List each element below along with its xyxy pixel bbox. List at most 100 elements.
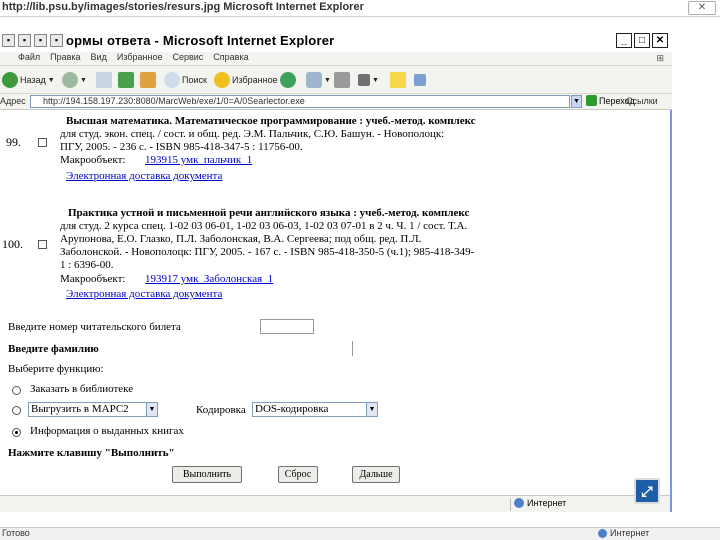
print-icon[interactable]: ▪ — [50, 34, 63, 47]
bottom-status-strip: Готово Интернет — [0, 527, 720, 540]
record-checkbox[interactable] — [38, 138, 47, 147]
press-execute-label: Нажмите клавишу "Выполнить" — [8, 447, 175, 459]
refresh-icon — [118, 72, 134, 88]
forward-button[interactable]: ▼ — [62, 71, 87, 89]
record-checkbox[interactable] — [38, 240, 47, 249]
document-delivery-link[interactable]: Электронная доставка документа — [66, 170, 222, 182]
back-button[interactable]: Назад ▼ — [2, 71, 55, 89]
radio-export[interactable] — [12, 406, 21, 415]
export-format-select[interactable]: Выгрузить в МАРС2 ▼ — [28, 402, 158, 417]
macro-label: Макрообъект: — [60, 273, 126, 285]
search-button[interactable]: Поиск — [164, 71, 207, 89]
close-button[interactable]: ✕ — [652, 33, 668, 48]
windows-logo-icon: ⊞ — [656, 53, 664, 63]
execute-button[interactable]: Выполнить — [172, 466, 242, 483]
ready-status: Готово — [2, 528, 30, 538]
record-line: 1 : 6396-00. — [60, 259, 114, 271]
search-icon — [164, 72, 180, 88]
menu-bar: Файл Правка Вид Избранное Сервис Справка… — [0, 52, 672, 66]
window-title: ормы ответа - Microsoft Internet Explore… — [66, 33, 335, 48]
reset-button[interactable]: Сброс — [278, 466, 318, 483]
menu-view[interactable]: Вид — [91, 52, 107, 62]
media-icon — [280, 72, 296, 88]
magnify-icon[interactable]: ▪ — [34, 34, 47, 47]
record-line: Высшая математика. Математическое програ… — [66, 115, 476, 127]
home-icon — [140, 72, 156, 88]
macro-label: Макрообъект: — [60, 154, 126, 166]
radio-info[interactable] — [12, 428, 21, 437]
card-number-label: Введите номер читательского билета — [8, 321, 181, 333]
messenger-icon — [414, 74, 426, 86]
record-line: Практика устной и письменной речи англий… — [68, 207, 470, 219]
record-line: для студ. экон. спец. / сост. и общ. ред… — [60, 128, 445, 140]
stop-button[interactable] — [96, 71, 114, 89]
menu-help[interactable]: Справка — [213, 52, 248, 62]
document-delivery-link[interactable]: Электронная доставка документа — [66, 288, 222, 300]
radio-order[interactable] — [12, 386, 21, 395]
edit-button[interactable]: ▼ — [358, 71, 379, 89]
minimize-button[interactable]: _ — [616, 33, 632, 48]
card-number-input[interactable] — [260, 319, 314, 334]
mail-icon — [306, 72, 322, 88]
address-input[interactable]: http://194.158.197.230:8080/MarcWeb/exe/… — [30, 95, 570, 108]
page-content: 99. Высшая математика. Математическое пр… — [0, 111, 670, 495]
print-button[interactable] — [334, 71, 352, 89]
macro-object-link[interactable]: 193915 умк_пальчик_1 — [145, 154, 252, 166]
star-icon — [214, 72, 230, 88]
maximize-button[interactable]: □ — [634, 33, 650, 48]
mail-button[interactable]: ▼ — [306, 71, 331, 89]
order-option-label: Заказать в библиотеке — [30, 383, 134, 395]
taskbar-zone: Интернет — [598, 528, 649, 538]
toolbar: Назад ▼ ▼ Поиск Избранное ▼ ▼ — [0, 66, 672, 94]
chevron-down-icon: ▼ — [366, 403, 377, 416]
menu-tools[interactable]: Сервис — [172, 52, 203, 62]
address-dropdown-button[interactable]: ▼ — [571, 95, 582, 108]
viewer-title: http://lib.psu.by/images/stories/resurs.… — [2, 1, 364, 13]
next-button[interactable]: Дальше — [352, 466, 400, 483]
discuss-button[interactable] — [390, 71, 408, 89]
function-label: Выберите функцию: — [8, 363, 104, 375]
title-quick-icons: ▪ ▪ ▪ ▪ — [2, 34, 63, 47]
media-button[interactable] — [280, 71, 298, 89]
info-option-label: Информация о выданных книгах — [30, 425, 184, 437]
forward-arrow-icon — [62, 72, 78, 88]
menu-edit[interactable]: Правка — [50, 52, 80, 62]
home-button[interactable] — [140, 71, 158, 89]
favorites-button[interactable]: Избранное — [214, 71, 278, 89]
back-arrow-icon — [2, 72, 18, 88]
printer-icon — [334, 72, 350, 88]
menu-file[interactable]: Файл — [18, 52, 40, 62]
macro-object-link[interactable]: 193917 умк_Заболонская_1 — [145, 273, 273, 285]
security-zone: Интернет — [514, 498, 566, 508]
encoding-select[interactable]: DOS-кодировка ▼ — [252, 402, 378, 417]
chevron-down-icon: ▼ — [146, 403, 157, 416]
address-bar: Адрес http://194.158.197.230:8080/MarcWe… — [0, 94, 672, 110]
ie-title-bar: ▪ ▪ ▪ ▪ ормы ответа - Microsoft Internet… — [0, 30, 672, 52]
record-line: Арупонова, Е.О. Глазко, П.Л. Заболонская… — [60, 233, 422, 245]
globe-icon — [514, 498, 524, 508]
fullscreen-icon[interactable]: ⤢ — [634, 478, 660, 504]
record-line: для студ. 2 курса спец. 1-02 03 06-01, 1… — [60, 220, 468, 232]
viewer-close-button[interactable]: ✕ — [688, 1, 716, 15]
edit-icon — [358, 74, 370, 86]
links-label[interactable]: Ссылки — [626, 96, 658, 106]
encoding-label: Кодировка — [196, 404, 246, 416]
record-line: ПГУ, 2005. - 236 с. - ISBN 985-418-347-5… — [60, 141, 303, 153]
record-number: 99. — [6, 135, 21, 149]
refresh-button[interactable] — [118, 71, 136, 89]
tool-icon[interactable]: ▪ — [18, 34, 31, 47]
go-arrow-icon — [586, 95, 597, 106]
record-line: Заболонской. - Новополоцк: ПГУ, 2005. - … — [60, 246, 475, 258]
address-label: Адрес — [0, 96, 26, 106]
record-number: 100. — [2, 237, 23, 251]
save-icon[interactable]: ▪ — [2, 34, 15, 47]
status-bar: Интернет — [0, 495, 670, 512]
menu-favorites[interactable]: Избранное — [117, 52, 163, 62]
note-icon — [390, 72, 406, 88]
messenger-button[interactable] — [414, 71, 428, 89]
status-separator — [510, 498, 511, 511]
globe-icon — [598, 528, 607, 538]
surname-input[interactable] — [352, 341, 354, 356]
viewer-title-bar: http://lib.psu.by/images/stories/resurs.… — [0, 0, 720, 17]
stop-icon — [96, 72, 112, 88]
